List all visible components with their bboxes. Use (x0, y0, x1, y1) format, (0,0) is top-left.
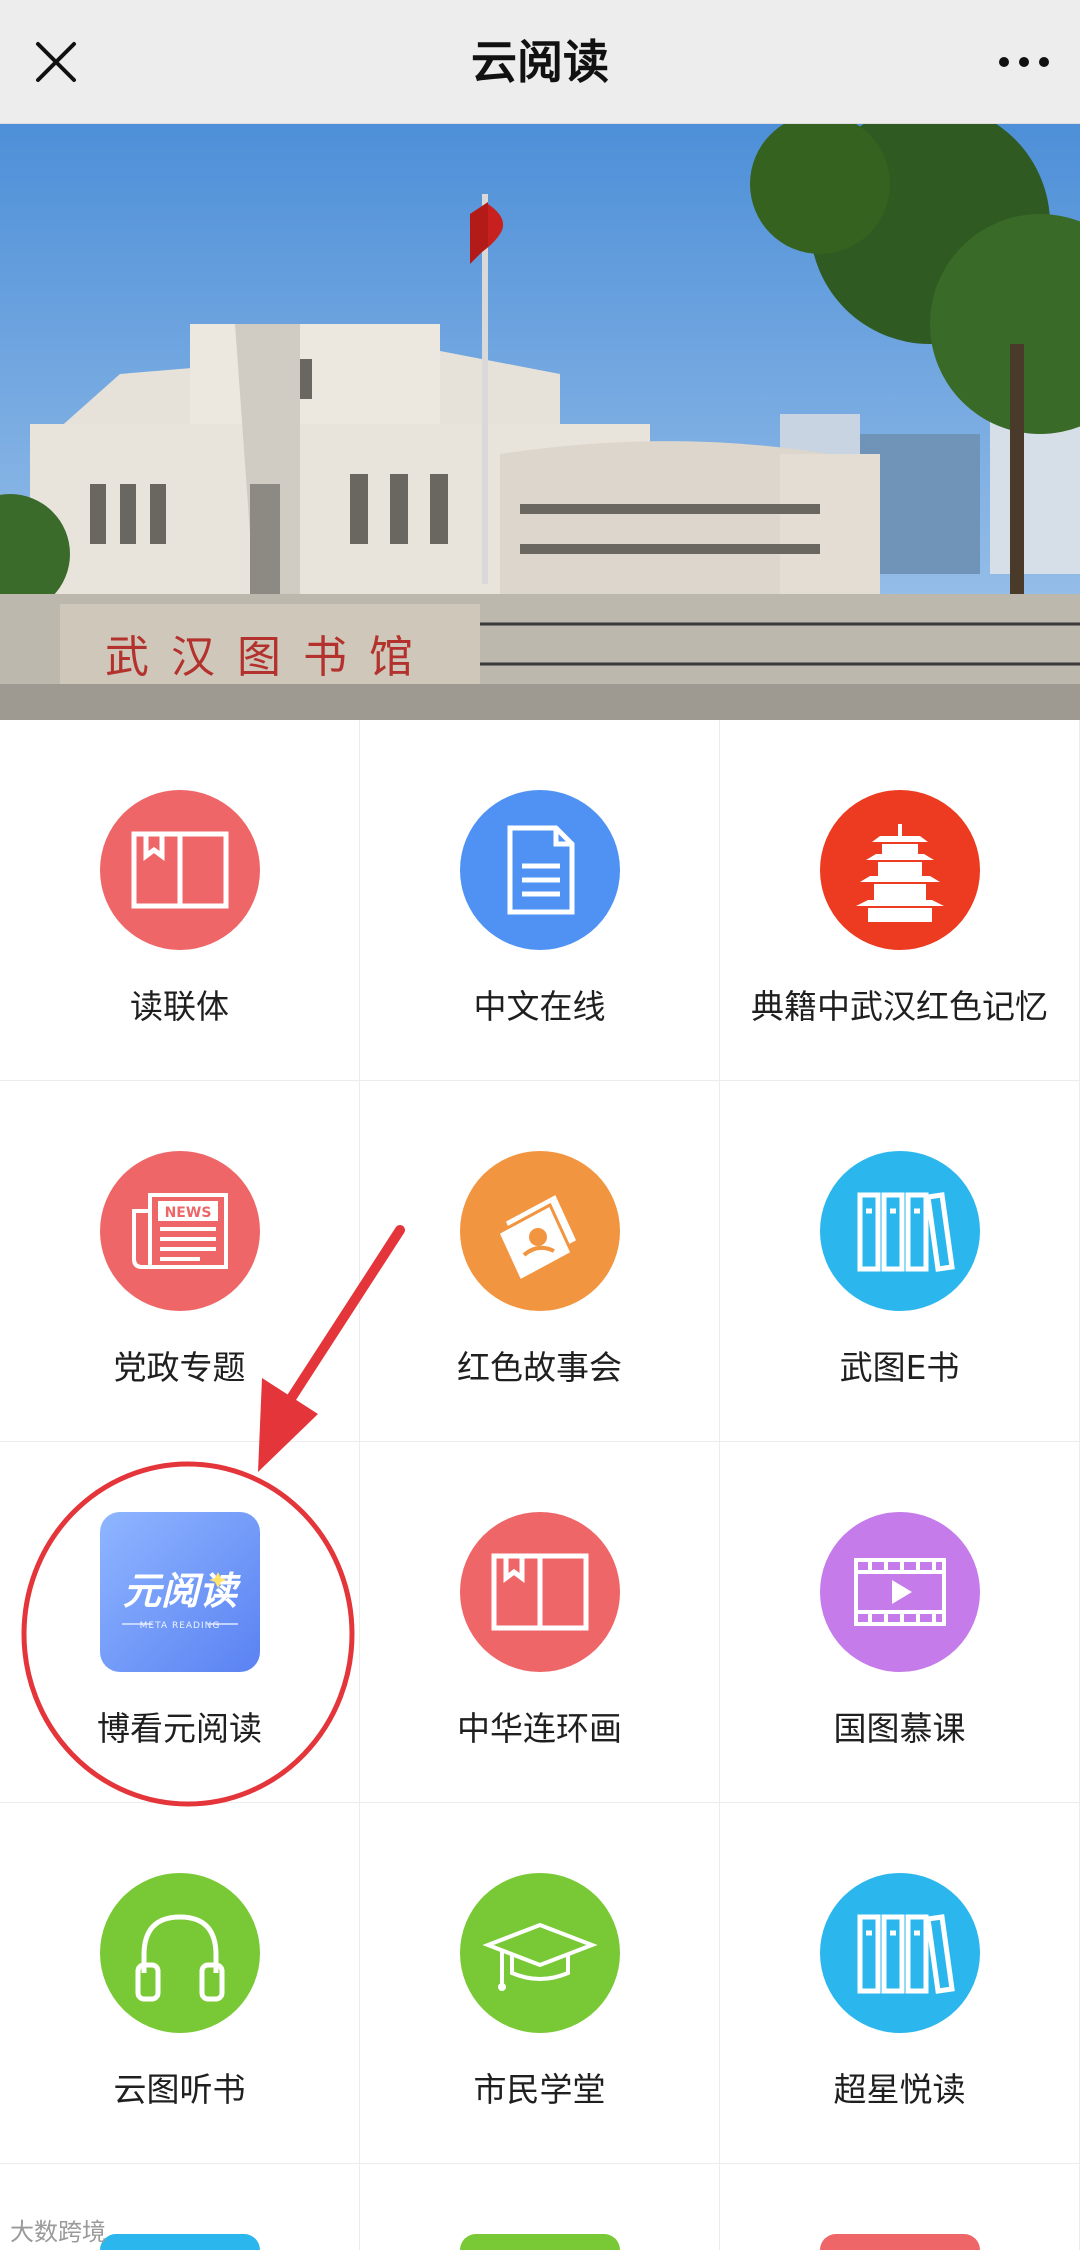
banner-image: 武汉图书馆 (0, 124, 1080, 720)
yellow-crane-tower-icon (820, 790, 980, 950)
tile-du-lian-ti[interactable]: 读联体 (0, 720, 360, 1081)
partial-icon (460, 2234, 620, 2250)
magazines-icon (460, 1151, 620, 1311)
video-play-icon (820, 1512, 980, 1672)
tile-hong-se-gu-shi-hui[interactable]: 红色故事会 (360, 1081, 720, 1442)
tile-label: 中华连环画 (457, 1709, 622, 1748)
tile-dian-ji-hong-se-ji-yi[interactable]: 典籍中武汉红色记忆 (720, 720, 1080, 1081)
tile-bo-kan-yuan-yue-du[interactable]: 元阅读 META READING 博看元阅读 (0, 1442, 360, 1803)
open-book-icon (100, 790, 260, 950)
tile-label: 典籍中武汉红色记忆 (751, 987, 1048, 1026)
watermark-text: 大数跨境 (10, 2218, 106, 2246)
partial-icon (820, 2234, 980, 2250)
app-logo-subtext: META READING (140, 1621, 221, 1631)
books-shelf-icon (820, 1873, 980, 2033)
close-icon[interactable] (30, 36, 82, 88)
document-icon (460, 790, 620, 950)
library-sign: 武汉图书馆 (105, 632, 435, 683)
tile-guo-tu-mu-ke[interactable]: 国图慕课 (720, 1442, 1080, 1803)
partial-icon (100, 2234, 260, 2250)
tile-label: 博看元阅读 (97, 1709, 262, 1748)
tile-label: 中文在线 (473, 987, 606, 1026)
tile-dang-zheng-zhuan-ti[interactable]: NEWS 党政专题 (0, 1081, 360, 1442)
top-navigation-bar: 云阅读 (0, 0, 1080, 124)
books-shelf-icon (820, 1151, 980, 1311)
tile-label: 红色故事会 (457, 1348, 622, 1387)
app-logo-text: 元阅读 (123, 1569, 242, 1613)
tile-wu-tu-e-shu[interactable]: 武图E书 (720, 1081, 1080, 1442)
tile-partial[interactable] (720, 2164, 1080, 2250)
tile-label: 武图E书 (839, 1348, 960, 1387)
tile-yun-tu-ting-shu[interactable]: 云图听书 (0, 1803, 360, 2164)
tile-shi-min-xue-tang[interactable]: 市民学堂 (360, 1803, 720, 2164)
tile-label: 党政专题 (113, 1348, 246, 1387)
tile-zhong-hua-lian-huan-hua[interactable]: 中华连环画 (360, 1442, 720, 1803)
headphones-icon (100, 1873, 260, 2033)
meta-reading-app-icon: 元阅读 META READING (100, 1512, 260, 1672)
tile-chao-xing-yue-du[interactable]: 超星悦读 (720, 1803, 1080, 2164)
open-book-icon (460, 1512, 620, 1672)
more-dots-icon[interactable] (994, 36, 1054, 88)
tile-label: 国图慕课 (833, 1709, 966, 1748)
tile-label: 读联体 (130, 987, 229, 1026)
tile-label: 市民学堂 (473, 2070, 606, 2109)
tile-zhong-wen-zai-xian[interactable]: 中文在线 (360, 720, 720, 1081)
tile-label: 云图听书 (113, 2070, 246, 2109)
graduation-cap-icon (460, 1873, 620, 2033)
tile-label: 超星悦读 (833, 2070, 966, 2109)
page-title: 云阅读 (471, 35, 609, 89)
tile-partial[interactable] (360, 2164, 720, 2250)
svg-text:NEWS: NEWS (165, 1205, 212, 1221)
newspaper-icon: NEWS (100, 1151, 260, 1311)
